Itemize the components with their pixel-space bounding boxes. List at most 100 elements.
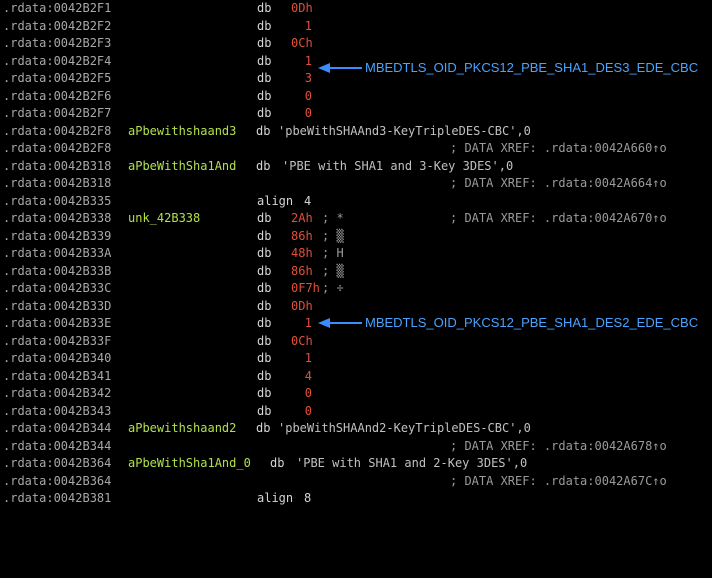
listing-line[interactable]: .rdata:0042B2F2 db 1 (0, 18, 712, 36)
string-value: 'PBE with SHA1 and 3-Key 3DES' (282, 158, 499, 173)
string-terminator: ,0 (516, 421, 531, 435)
listing-line[interactable]: .rdata:0042B344 aPbewithshaand2 db 'pbeW… (0, 420, 712, 438)
annotation-label-des2: MBEDTLS_OID_PKCS12_PBE_SHA1_DES2_EDE_CBC (365, 315, 699, 330)
char-comment: ; ÷ (322, 281, 344, 295)
listing-line[interactable]: .rdata:0042B318 ; DATA XREF: .rdata:0042… (0, 175, 712, 193)
address: .rdata:0042B33C (3, 281, 112, 295)
listing-line[interactable]: .rdata:0042B339 db 86h ; ▒ (0, 228, 712, 246)
listing-line[interactable]: .rdata:0042B364 ; DATA XREF: .rdata:0042… (0, 473, 712, 491)
address: .rdata:0042B2F2 (3, 18, 112, 33)
listing-line[interactable]: .rdata:0042B364 aPbeWithSha1And_0 db 'PB… (0, 455, 712, 473)
char-comment: ; * (322, 211, 344, 225)
listing-line[interactable]: .rdata:0042B2F6 db 0 (0, 88, 712, 106)
operand: 48h (291, 246, 313, 260)
string-value: 'PBE with SHA1 and 2-Key 3DES' (296, 456, 513, 470)
mnemonic: db (257, 368, 272, 383)
mnemonic: db (257, 333, 272, 348)
address: .rdata:0042B33D (3, 298, 112, 313)
listing-line[interactable]: .rdata:0042B33C db 0F7h ; ÷ (0, 280, 712, 298)
string-literal: 'pbeWithSHAAnd2-KeyTripleDES-CBC',0 (278, 420, 531, 438)
listing-line[interactable]: .rdata:0042B2F8 ; DATA XREF: .rdata:0042… (0, 140, 712, 158)
operand: 0F7h (291, 281, 320, 295)
mnemonic: db (257, 106, 272, 120)
mnemonic: db (256, 123, 271, 138)
listing-line[interactable]: .rdata:0042B338 unk_42B338 db 2Ah ; * ; … (0, 210, 712, 228)
string-literal: 'PBE with SHA1 and 2-Key 3DES',0 (296, 455, 527, 473)
mnemonic: db (257, 36, 272, 50)
listing-line[interactable]: .rdata:0042B341 db 4 (0, 368, 712, 386)
mnemonic: db (257, 316, 272, 330)
mnemonic: db (256, 421, 271, 435)
address: .rdata:0042B342 (3, 386, 112, 400)
listing-line[interactable]: .rdata:0042B335 align 4 (0, 193, 712, 211)
xref-comment[interactable]: ; DATA XREF: .rdata:0042A660↑o (450, 140, 667, 158)
operand: 86h (291, 263, 313, 278)
operand: 0Ch (291, 36, 313, 50)
label-name[interactable]: unk_42B338 (128, 210, 200, 228)
listing-line[interactable]: .rdata:0042B2F1 db 0Dh (0, 0, 712, 18)
label-name[interactable]: aPbeWithSha1And (128, 158, 236, 176)
address: .rdata:0042B335 (3, 193, 112, 208)
string-value: 'pbeWithSHAAnd2-KeyTripleDES-CBC' (278, 421, 517, 435)
mnemonic: db (257, 228, 272, 243)
listing-line[interactable]: .rdata:0042B33D db 0Dh (0, 298, 712, 316)
listing-line[interactable]: .rdata:0042B2F8 aPbewithshaand3 db 'pbeW… (0, 123, 712, 141)
mnemonic: db (257, 403, 272, 418)
mnemonic: db (270, 456, 285, 470)
listing-line[interactable]: .rdata:0042B33B db 86h ; ▒ (0, 263, 712, 281)
operand: 2Ah (291, 211, 313, 225)
operand: 0Dh (291, 298, 313, 313)
label-name[interactable]: aPbewithshaand3 (128, 123, 236, 141)
char-comment: ; ▒ (322, 263, 344, 278)
operand: 3 (304, 71, 312, 85)
operand: 0Dh (291, 1, 313, 15)
listing-line[interactable]: .rdata:0042B343 db 0 (0, 403, 712, 421)
xref-comment[interactable]: ; DATA XREF: .rdata:0042A678↑o (450, 438, 667, 456)
listing-line[interactable]: .rdata:0042B381 align 8 (0, 490, 712, 508)
operand: 8 (304, 491, 312, 505)
address: .rdata:0042B381 (3, 491, 112, 505)
listing-line[interactable]: .rdata:0042B342 db 0 (0, 385, 712, 403)
address: .rdata:0042B318 (3, 176, 112, 190)
mnemonic: db (257, 386, 272, 400)
address: .rdata:0042B344 (3, 438, 112, 453)
label-name[interactable]: aPbewithshaand2 (128, 420, 236, 438)
char-comment: ; ▒ (322, 228, 344, 243)
listing-line[interactable]: .rdata:0042B318 aPbeWithSha1And db 'PBE … (0, 158, 712, 176)
annotation-arrow-2 (318, 318, 362, 328)
mnemonic: db (257, 211, 272, 225)
operand: 1 (304, 351, 312, 365)
mnemonic: db (257, 53, 272, 68)
listing-line[interactable]: .rdata:0042B344 ; DATA XREF: .rdata:0042… (0, 438, 712, 456)
operand: 0 (304, 386, 312, 400)
annotation-arrow-1 (318, 63, 362, 73)
label-name[interactable]: aPbeWithSha1And_0 (128, 455, 251, 473)
mnemonic: db (257, 263, 272, 278)
address: .rdata:0042B2F4 (3, 53, 112, 68)
xref-comment[interactable]: ; DATA XREF: .rdata:0042A670↑o (450, 210, 667, 228)
listing-line[interactable]: .rdata:0042B33F db 0Ch (0, 333, 712, 351)
address: .rdata:0042B2F1 (3, 1, 112, 15)
mnemonic: db (256, 158, 271, 173)
address: .rdata:0042B364 (3, 456, 112, 470)
operand: 1 (304, 53, 312, 68)
listing-line[interactable]: .rdata:0042B340 db 1 (0, 350, 712, 368)
arrow-head (318, 63, 330, 73)
address: .rdata:0042B2F8 (3, 141, 112, 155)
address: .rdata:0042B343 (3, 403, 112, 418)
string-literal: 'PBE with SHA1 and 3-Key 3DES',0 (282, 158, 513, 176)
xref-comment[interactable]: ; DATA XREF: .rdata:0042A664↑o (450, 175, 667, 193)
string-value: 'pbeWithSHAAnd3-KeyTripleDES-CBC' (278, 123, 517, 138)
address: .rdata:0042B2F7 (3, 106, 112, 120)
mnemonic: db (257, 18, 272, 33)
mnemonic: db (257, 351, 272, 365)
xref-comment[interactable]: ; DATA XREF: .rdata:0042A67C↑o (450, 473, 667, 491)
listing-line[interactable]: .rdata:0042B2F7 db 0 (0, 105, 712, 123)
operand: 0 (304, 403, 312, 418)
annotation-label-des3: MBEDTLS_OID_PKCS12_PBE_SHA1_DES3_EDE_CBC (365, 60, 699, 75)
string-literal: 'pbeWithSHAAnd3-KeyTripleDES-CBC',0 (278, 123, 531, 141)
address: .rdata:0042B339 (3, 228, 112, 243)
listing-line[interactable]: .rdata:0042B33A db 48h ; H (0, 245, 712, 263)
address: .rdata:0042B2F8 (3, 123, 112, 138)
listing-line[interactable]: .rdata:0042B2F3 db 0Ch (0, 35, 712, 53)
